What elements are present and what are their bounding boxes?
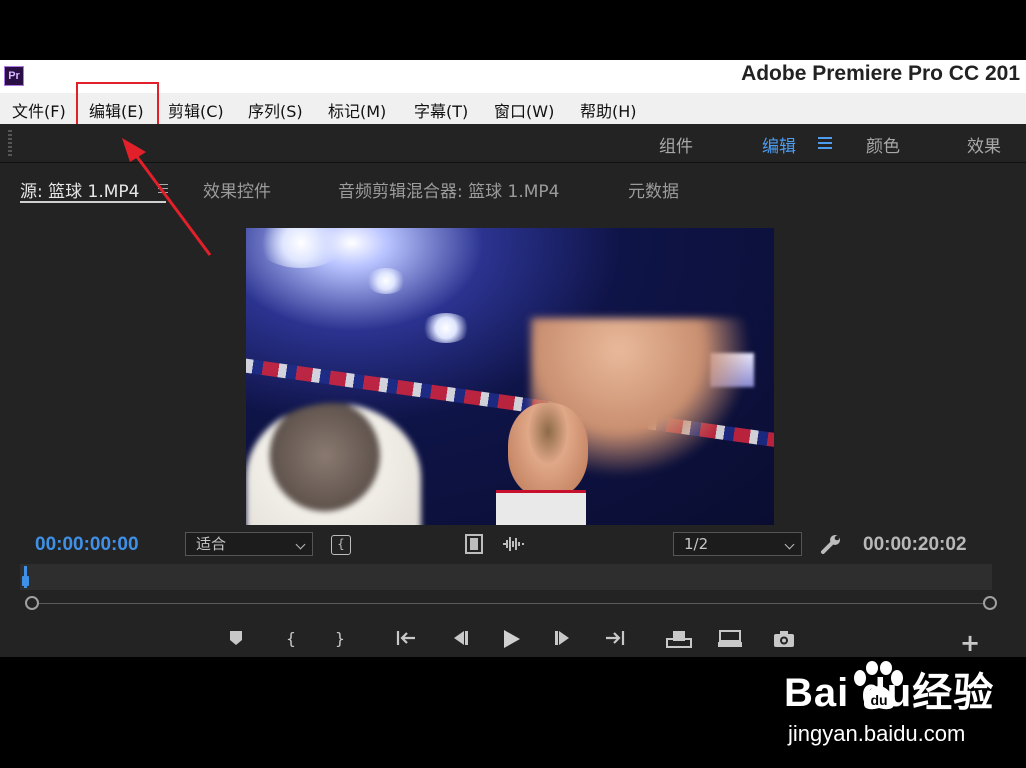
blurred-player bbox=[246, 403, 421, 525]
go-to-in-icon[interactable] bbox=[395, 629, 419, 649]
tab-effect-controls[interactable]: 效果控件 bbox=[203, 177, 271, 202]
watermark-url: jingyan.baidu.com bbox=[788, 721, 966, 746]
marker-icon[interactable] bbox=[227, 629, 245, 649]
workspace-bar: 组件 编辑 颜色 效果 bbox=[0, 124, 1026, 163]
workspace-tab-color[interactable]: 颜色 bbox=[866, 132, 900, 157]
player-head bbox=[508, 403, 588, 498]
chevron-down-icon bbox=[295, 539, 306, 550]
playhead[interactable] bbox=[22, 566, 30, 588]
overwrite-icon[interactable] bbox=[716, 629, 744, 649]
zoom-select-value: 适合 bbox=[196, 535, 227, 553]
workspace-tab-assembly[interactable]: 组件 bbox=[659, 132, 693, 157]
tab-metadata[interactable]: 元数据 bbox=[628, 177, 679, 202]
film-icon[interactable] bbox=[464, 534, 484, 559]
workspace-menu-icon[interactable] bbox=[818, 137, 832, 149]
add-button-icon[interactable]: + bbox=[960, 631, 980, 655]
source-monitor-panel: 源: 篮球 1.MP4 效果控件 音频剪辑混合器: 篮球 1.MP4 元数据 0… bbox=[0, 163, 1026, 657]
workspace-tab-editing[interactable]: 编辑 bbox=[762, 132, 796, 157]
mark-out-icon[interactable]: } bbox=[333, 629, 347, 649]
svg-text:du: du bbox=[870, 692, 887, 708]
arena-light bbox=[256, 228, 346, 268]
menu-help[interactable]: 帮助(H) bbox=[580, 98, 637, 122]
zoom-handle-left[interactable] bbox=[25, 596, 39, 610]
menu-title[interactable]: 字幕(T) bbox=[414, 98, 468, 122]
active-tab-underline bbox=[20, 201, 166, 203]
play-icon[interactable] bbox=[500, 629, 522, 649]
export-frame-icon[interactable] bbox=[772, 629, 796, 649]
insert-icon[interactable] bbox=[665, 629, 693, 649]
time-ruler[interactable] bbox=[20, 564, 992, 590]
menu-marker[interactable]: 标记(M) bbox=[328, 98, 386, 122]
tab-source[interactable]: 源: 篮球 1.MP4 bbox=[20, 177, 140, 202]
insert-brackets-icon[interactable]: { bbox=[331, 535, 351, 555]
player-jersey bbox=[496, 490, 586, 525]
step-forward-icon[interactable] bbox=[553, 629, 575, 649]
window-title: Adobe Premiere Pro CC 201 bbox=[741, 62, 1020, 85]
menu-file[interactable]: 文件(F) bbox=[12, 98, 66, 122]
duration-timecode: 00:00:20:02 bbox=[863, 534, 967, 555]
video-preview[interactable] bbox=[246, 228, 774, 525]
zoom-select[interactable]: 适合 bbox=[185, 532, 313, 556]
drag-grip-icon[interactable] bbox=[8, 130, 12, 156]
menu-clip[interactable]: 剪辑(C) bbox=[168, 98, 224, 122]
wrench-icon[interactable] bbox=[820, 533, 842, 560]
menu-window[interactable]: 窗口(W) bbox=[494, 98, 554, 122]
current-timecode[interactable]: 00:00:00:00 bbox=[35, 534, 139, 556]
baidu-paw-icon: du bbox=[854, 661, 903, 710]
arena-light bbox=[421, 313, 471, 343]
step-back-icon[interactable] bbox=[448, 629, 470, 649]
mark-in-icon[interactable]: { bbox=[284, 629, 298, 649]
menu-sequence[interactable]: 序列(S) bbox=[248, 98, 303, 122]
zoom-handle-right[interactable] bbox=[983, 596, 997, 610]
resolution-select-value: 1/2 bbox=[684, 535, 709, 553]
go-to-out-icon[interactable] bbox=[602, 629, 626, 649]
arena-light bbox=[366, 268, 406, 294]
premiere-app-icon[interactable]: Pr bbox=[4, 66, 24, 86]
resolution-select[interactable]: 1/2 bbox=[673, 532, 802, 556]
waveform-icon[interactable] bbox=[501, 534, 525, 559]
workspace-tab-effects[interactable]: 效果 bbox=[967, 132, 1001, 157]
tab-audio-clip-mixer[interactable]: 音频剪辑混合器: 篮球 1.MP4 bbox=[338, 177, 560, 202]
zoom-scroll-track[interactable] bbox=[31, 603, 989, 604]
panel-menu-icon[interactable] bbox=[158, 184, 168, 193]
chevron-down-icon bbox=[784, 539, 795, 550]
